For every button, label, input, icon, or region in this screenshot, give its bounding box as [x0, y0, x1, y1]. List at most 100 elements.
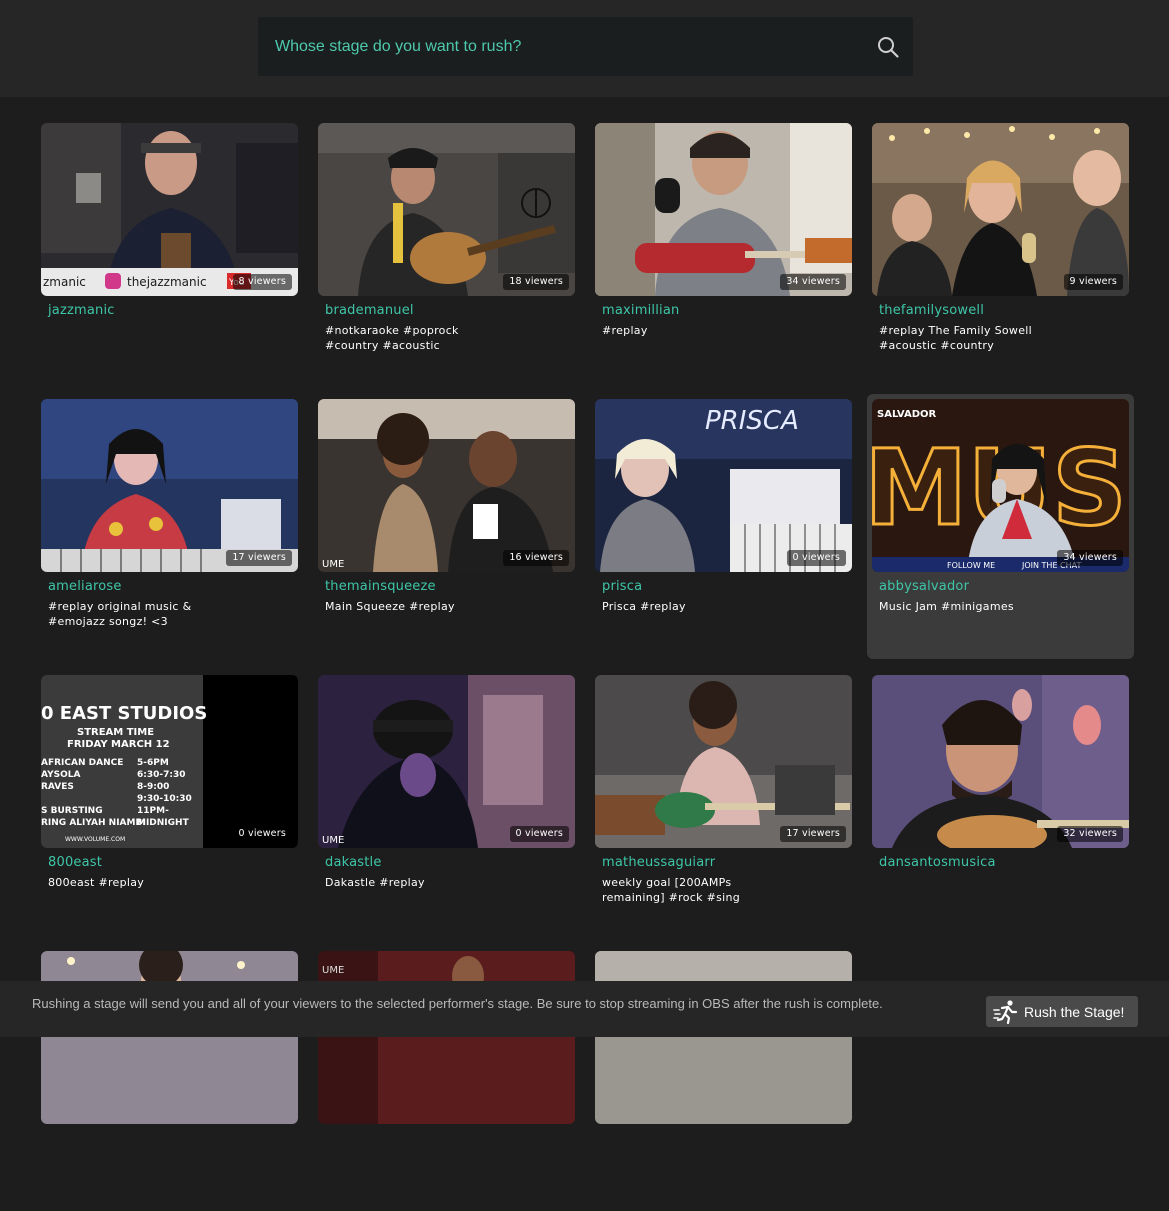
svg-text:zmanic: zmanic — [43, 275, 86, 289]
svg-text:6:30-7:30: 6:30-7:30 — [137, 770, 186, 780]
performer-card-maximillian[interactable]: 34 viewers maximillian #replay — [590, 118, 857, 383]
svg-text:0 EAST STUDIOS: 0 EAST STUDIOS — [41, 703, 207, 724]
svg-text:8-9:00: 8-9:00 — [137, 782, 169, 792]
stream-thumbnail[interactable]: PRISCA 0 viewers — [595, 399, 852, 572]
search-box[interactable] — [258, 17, 913, 76]
viewer-count: 17 viewers — [780, 826, 846, 842]
viewer-count: 17 viewers — [226, 550, 292, 566]
thumbnail-image — [41, 399, 298, 572]
svg-text:FOLLOW ME: FOLLOW ME — [947, 561, 995, 570]
footer-bar: Rushing a stage will send you and all of… — [0, 981, 1169, 1037]
search-icon[interactable] — [876, 35, 900, 59]
performer-card-matheussaguiarr[interactable]: 17 viewers matheussaguiarr weekly goal [… — [590, 670, 857, 935]
svg-text:SALVADOR: SALVADOR — [877, 409, 937, 420]
performer-name[interactable]: prisca — [602, 579, 642, 594]
thumbnail-image — [872, 123, 1129, 296]
svg-text:MIDNIGHT: MIDNIGHT — [137, 818, 190, 828]
performer-name[interactable]: brademanuel — [325, 303, 414, 318]
performer-name[interactable]: abbysalvador — [879, 579, 969, 594]
stream-thumbnail[interactable]: UME — [318, 951, 575, 1124]
performer-card-dakastle[interactable]: UME 0 viewers dakastle Dakastle #replay — [313, 670, 580, 935]
stream-thumbnail[interactable]: 17 viewers — [41, 399, 298, 572]
performer-tags: #replay — [602, 324, 648, 337]
stream-thumbnail[interactable]: 9 viewers — [872, 123, 1129, 296]
performer-tags: Main Squeeze #replay — [325, 600, 455, 613]
stream-thumbnail[interactable] — [41, 951, 298, 1124]
svg-text:AYSOLA: AYSOLA — [41, 770, 80, 780]
viewer-count: 9 viewers — [1063, 274, 1123, 290]
performer-tags: Music Jam #minigames — [879, 600, 1014, 613]
svg-text:RAVES: RAVES — [41, 782, 74, 792]
thumbnail-image: 0 EAST STUDIOS STREAM TIME FRIDAY MARCH … — [41, 675, 298, 848]
svg-text:UME: UME — [322, 965, 344, 976]
thumbnail-image: UME — [318, 399, 575, 572]
stream-thumbnail[interactable]: 32 viewers — [872, 675, 1129, 848]
svg-text:STREAM TIME: STREAM TIME — [77, 727, 154, 738]
performer-tags: #replay The Family Sowell #acoustic #cou… — [879, 324, 1032, 352]
viewer-count: 0 viewers — [232, 826, 292, 842]
viewer-count: 8 viewers — [232, 274, 292, 290]
performer-name[interactable]: themainsqueeze — [325, 579, 436, 594]
performer-name[interactable]: jazzmanic — [48, 303, 115, 318]
svg-text:11PM-: 11PM- — [137, 806, 169, 816]
stream-thumbnail[interactable]: 34 viewers — [595, 123, 852, 296]
thumbnail-image: UME — [318, 951, 575, 1124]
viewer-count: 0 viewers — [509, 826, 569, 842]
thumbnail-image — [318, 123, 575, 296]
thumbnail-image: MUSIC SALVADOR FOLLOW ME JOIN THE CHAT — [872, 399, 1129, 572]
stream-thumbnail[interactable]: UME 0 viewers — [318, 675, 575, 848]
svg-text:WWW.VOLUME.COM: WWW.VOLUME.COM — [65, 836, 125, 843]
performer-card-brademanuel[interactable]: 18 viewers brademanuel #notkaraoke #popr… — [313, 118, 580, 383]
search-input[interactable] — [258, 17, 858, 76]
performer-name[interactable]: 800east — [48, 855, 102, 870]
thumbnail-image: UME — [318, 675, 575, 848]
svg-text:5-6PM: 5-6PM — [137, 758, 169, 768]
svg-text:9:30-10:30: 9:30-10:30 — [137, 794, 192, 804]
thumbnail-image — [872, 675, 1129, 848]
performer-name[interactable]: maximillian — [602, 303, 679, 318]
performer-name[interactable]: ameliarose — [48, 579, 122, 594]
performer-tags: #notkaraoke #poprock #country #acoustic — [325, 324, 459, 352]
performer-card-abbysalvador[interactable]: MUSIC SALVADOR FOLLOW ME JOIN THE CHAT 3… — [867, 394, 1134, 659]
viewer-count: 16 viewers — [503, 550, 569, 566]
rush-the-stage-button[interactable]: Rush the Stage! — [986, 996, 1138, 1027]
performer-name[interactable]: matheussaguiarr — [602, 855, 715, 870]
stream-thumbnail[interactable]: 18 viewers — [318, 123, 575, 296]
thumbnail-image — [595, 951, 852, 1124]
thumbnail-image — [41, 951, 298, 1124]
stream-thumbnail[interactable] — [595, 951, 852, 1124]
viewer-count: 0 viewers — [786, 550, 846, 566]
performer-name[interactable]: dakastle — [325, 855, 382, 870]
thumbnail-image: zmanic thejazzmanic You — [41, 123, 298, 296]
performer-card-800east[interactable]: 0 EAST STUDIOS STREAM TIME FRIDAY MARCH … — [36, 670, 303, 935]
thumbnail-image — [595, 123, 852, 296]
performer-name[interactable]: dansantosmusica — [879, 855, 996, 870]
viewer-count: 18 viewers — [503, 274, 569, 290]
stream-thumbnail[interactable]: UME 16 viewers — [318, 399, 575, 572]
performer-card-thefamilysowell[interactable]: 9 viewers thefamilysowell #replay The Fa… — [867, 118, 1134, 383]
running-person-icon — [993, 1000, 1018, 1025]
performer-card-jazzmanic[interactable]: zmanic thejazzmanic You 8 viewers jazzma… — [36, 118, 303, 383]
rush-button-label: Rush the Stage! — [1024, 1004, 1125, 1020]
stream-thumbnail[interactable]: 17 viewers — [595, 675, 852, 848]
performer-card-prisca[interactable]: PRISCA 0 viewers prisca Prisca #replay — [590, 394, 857, 659]
viewer-count: 34 viewers — [1057, 550, 1123, 566]
performer-tags: Prisca #replay — [602, 600, 686, 613]
svg-text:UME: UME — [322, 559, 344, 570]
performer-card-ameliarose[interactable]: 17 viewers ameliarose #replay original m… — [36, 394, 303, 659]
svg-text:AFRICAN DANCE: AFRICAN DANCE — [41, 758, 123, 768]
viewer-count: 34 viewers — [780, 274, 846, 290]
thumbnail-image — [595, 675, 852, 848]
svg-text:PRISCA: PRISCA — [705, 406, 799, 436]
stream-thumbnail[interactable]: MUSIC SALVADOR FOLLOW ME JOIN THE CHAT 3… — [872, 399, 1129, 572]
performer-card-themainsqueeze[interactable]: UME 16 viewers themainsqueeze Main Squee… — [313, 394, 580, 659]
svg-text:thejazzmanic: thejazzmanic — [127, 275, 207, 289]
svg-text:RING ALIYAH NIAMBI: RING ALIYAH NIAMBI — [41, 818, 146, 828]
performer-tags: #replay original music & #emojazz songz!… — [48, 600, 192, 628]
svg-text:UME: UME — [322, 835, 344, 846]
stream-thumbnail[interactable]: zmanic thejazzmanic You 8 viewers — [41, 123, 298, 296]
thumbnail-image: PRISCA — [595, 399, 852, 572]
performer-name[interactable]: thefamilysowell — [879, 303, 984, 318]
performer-card-dansantosmusica[interactable]: 32 viewers dansantosmusica — [867, 670, 1134, 935]
stream-thumbnail[interactable]: 0 EAST STUDIOS STREAM TIME FRIDAY MARCH … — [41, 675, 298, 848]
